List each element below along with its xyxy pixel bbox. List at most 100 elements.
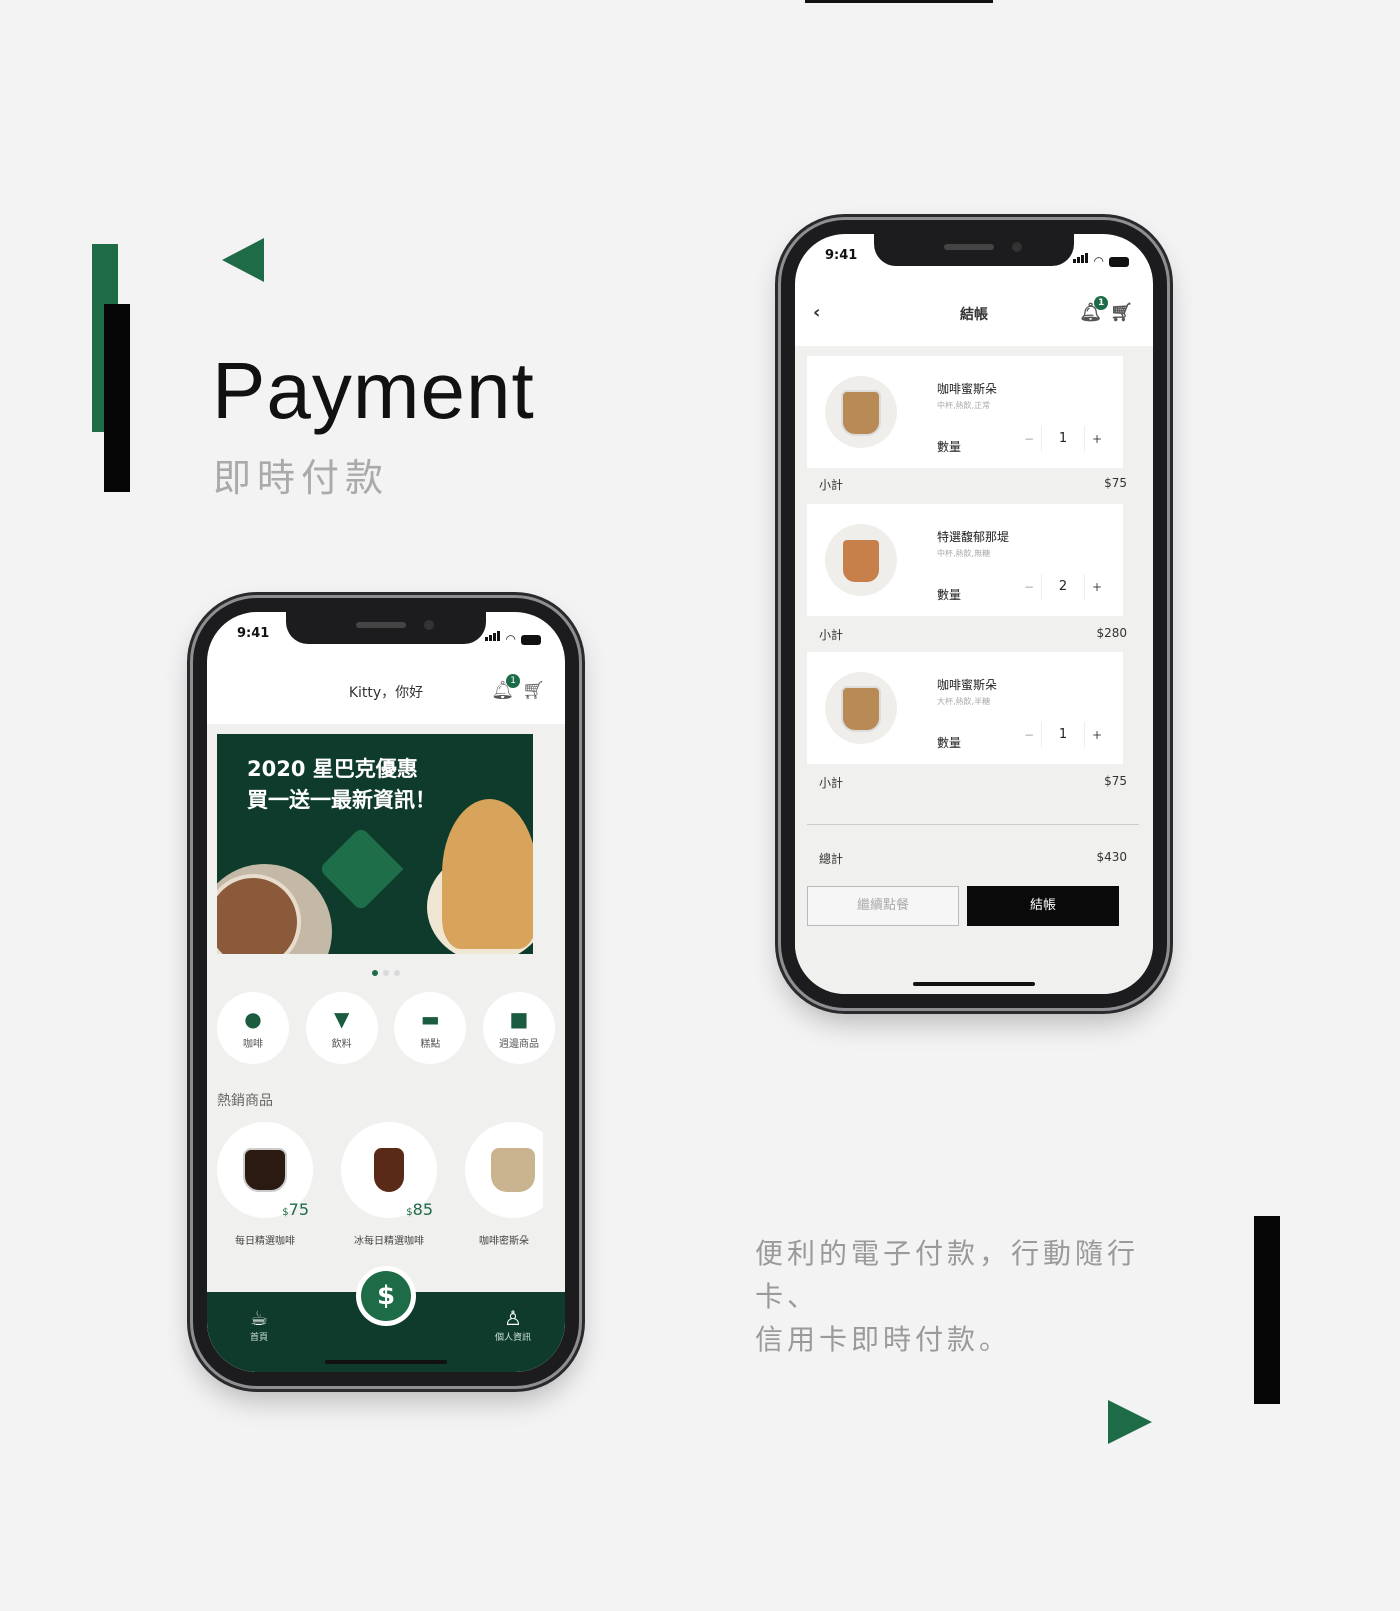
subtotal-value: $75 — [1104, 774, 1127, 788]
tab-home[interactable]: ☕︎ 首頁 — [229, 1306, 289, 1343]
product-card[interactable]: $85 冰每日精選咖啡 — [341, 1122, 437, 1247]
qty-value[interactable]: 2 — [1041, 574, 1085, 600]
total-label: 總計 — [819, 852, 844, 866]
category-pastry[interactable]: ▬ 糕點 — [394, 992, 467, 1064]
product-image — [374, 1148, 404, 1192]
carousel-dot-3[interactable] — [394, 970, 400, 976]
item-subtotal-row: 小計 $75 — [819, 476, 1127, 493]
checkout-screen: 9:41 ◠ ‹ 結帳 🔔︎1 🛒︎ 咖啡蜜斯朵 中杯,熱飲,正常 數量 − — [795, 234, 1153, 994]
notification-badge: 1 — [1094, 296, 1109, 310]
decor-triangle-left — [222, 238, 264, 282]
checkout-header: ‹ 結帳 🔔︎ 1 🛒︎ — [795, 282, 1153, 346]
product-card[interactable]: $ 咖啡密斯朵 — [465, 1122, 543, 1247]
page-title: Payment — [212, 346, 535, 435]
item-options: 中杯,熱飲,無糖 — [937, 549, 991, 558]
category-drinks[interactable]: ▼ 飲料 — [305, 992, 378, 1064]
product-name: 咖啡密斯朵 — [479, 1236, 529, 1247]
status-icons: ◠ — [1072, 248, 1129, 267]
product-card[interactable]: $75 每日精選咖啡 — [217, 1122, 313, 1247]
greeting: Kitty，你好 — [348, 685, 424, 701]
qty-value[interactable]: 1 — [1041, 426, 1085, 452]
decrement-button[interactable]: − — [1017, 574, 1041, 600]
product-price: $85 — [406, 1200, 433, 1219]
notch — [874, 234, 1074, 266]
cart-icon[interactable]: 🛒︎ — [1110, 302, 1133, 323]
back-icon[interactable]: ‹ — [813, 302, 820, 323]
subtotal-label: 小計 — [819, 776, 844, 790]
promo-banner[interactable]: 2020 星巴克優惠 買一送一最新資訊！ — [217, 734, 533, 954]
cart-item: 咖啡蜜斯朵 中杯,熱飲,正常 數量 − 1 + — [807, 356, 1123, 468]
checkout-button[interactable]: 結帳 — [967, 886, 1119, 926]
increment-button[interactable]: + — [1085, 426, 1109, 452]
continue-ordering-button[interactable]: 繼續點餐 — [807, 886, 959, 926]
quantity-stepper: − 2 + — [1017, 574, 1109, 600]
category-list: ● 咖啡 ▼ 飲料 ▬ 糕點 ■ 週邊商品 — [217, 992, 555, 1064]
cart-icon[interactable]: 🛒︎ — [522, 680, 545, 701]
item-options: 大杯,熱飲,半糖 — [937, 697, 991, 706]
checkout-title: 結帳 — [960, 307, 988, 323]
dollar-icon: $ — [361, 1271, 411, 1321]
signal-icon — [484, 626, 501, 645]
total-divider — [807, 824, 1139, 825]
tab-profile-label: 個人資訊 — [494, 1333, 531, 1343]
battery-icon — [521, 635, 541, 645]
banner-line-2: 買一送一最新資訊！ — [247, 788, 436, 812]
decor-black-bar — [104, 304, 130, 492]
tab-profile[interactable]: ♙ 個人資訊 — [483, 1306, 543, 1343]
phone-checkout-mockup: 9:41 ◠ ‹ 結帳 🔔︎1 🛒︎ 咖啡蜜斯朵 中杯,熱飲,正常 數量 − — [781, 220, 1167, 1008]
carousel-dot-1[interactable] — [372, 970, 378, 976]
cup-icon: ▼ — [333, 1006, 350, 1031]
decor-triangle-right — [1108, 1400, 1152, 1444]
cake-icon: ▬ — [420, 1006, 440, 1031]
hot-products-title: 熱銷商品 — [217, 1093, 273, 1109]
carousel-dot-2[interactable] — [383, 970, 389, 976]
item-options: 中杯,熱飲,正常 — [937, 401, 991, 410]
feature-description: 便利的電子付款，行動隨行卡、 信用卡即時付款。 — [755, 1232, 1195, 1361]
decrement-button[interactable]: − — [1017, 426, 1041, 452]
mug-icon: ■ — [509, 1006, 529, 1031]
item-subtotal-row: 小計 $75 — [819, 774, 1127, 791]
total-row: 總計 $430 — [819, 850, 1127, 867]
home-icon: ☕︎ — [250, 1306, 268, 1330]
toast-image — [442, 799, 533, 949]
qty-label: 數量 — [937, 736, 962, 750]
home-header: Kitty，你好 🔔︎ 1 🛒︎ — [207, 660, 565, 724]
decrement-button[interactable]: − — [1017, 722, 1041, 748]
product-price: $75 — [282, 1200, 309, 1219]
top-divider-line — [805, 0, 993, 3]
description-line-1: 便利的電子付款，行動隨行卡、 — [755, 1237, 1140, 1313]
tab-home-label: 首頁 — [249, 1333, 268, 1343]
quantity-stepper: − 1 + — [1017, 722, 1109, 748]
item-name: 咖啡蜜斯朵 — [937, 678, 998, 692]
banner-text: 2020 星巴克優惠 買一送一最新資訊！ — [247, 754, 436, 816]
category-label: 飲料 — [331, 1038, 352, 1050]
cart-item: 特選馥郁那堤 中杯,熱飲,無糖 數量 − 2 + — [807, 504, 1123, 616]
latte-art-image — [217, 864, 332, 954]
product-image — [841, 686, 881, 732]
status-time: 9:41 — [237, 626, 270, 641]
description-line-2: 信用卡即時付款。 — [755, 1323, 1012, 1356]
category-coffee[interactable]: ● 咖啡 — [217, 992, 289, 1064]
wifi-icon: ◠ — [505, 632, 516, 646]
qty-value[interactable]: 1 — [1041, 722, 1085, 748]
increment-button[interactable]: + — [1085, 722, 1109, 748]
increment-button[interactable]: + — [1085, 574, 1109, 600]
total-value: $430 — [1096, 850, 1127, 864]
pay-button[interactable]: $ — [356, 1266, 416, 1326]
carousel-dots — [207, 970, 565, 976]
product-image — [841, 538, 881, 584]
product-image — [243, 1148, 287, 1192]
product-image — [491, 1148, 535, 1192]
item-name: 特選馥郁那堤 — [937, 530, 1010, 544]
signal-icon — [1072, 248, 1089, 267]
product-name: 冰每日精選咖啡 — [354, 1236, 424, 1247]
coffee-bean-icon: ● — [244, 1006, 262, 1031]
product-image — [841, 390, 881, 436]
product-list: $75 每日精選咖啡 $85 冰每日精選咖啡 $ 咖啡密斯朵 — [217, 1122, 543, 1247]
qty-label: 數量 — [937, 588, 962, 602]
category-merch[interactable]: ■ 週邊商品 — [482, 992, 555, 1064]
subtotal-label: 小計 — [819, 628, 844, 642]
bell-icon[interactable]: 🔔︎ 1 — [491, 674, 521, 701]
bell-icon[interactable]: 🔔︎ 1 — [1079, 296, 1109, 323]
product-name: 每日精選咖啡 — [235, 1236, 295, 1247]
